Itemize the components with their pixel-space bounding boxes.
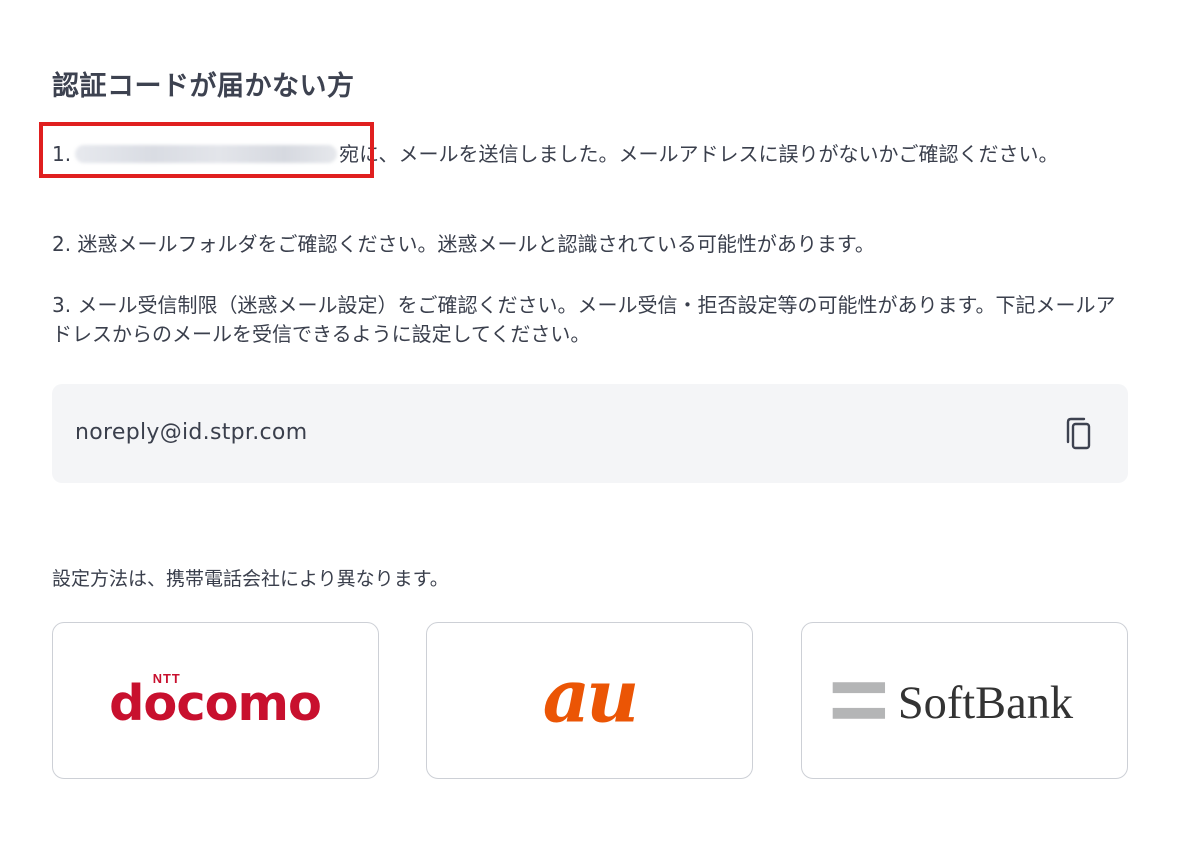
softbank-logo-text: SoftBank: [898, 678, 1074, 729]
softbank-logo-bar-bottom: [832, 707, 886, 719]
docomo-logo: NTT docomo: [109, 671, 322, 732]
softbank-logo: SoftBank: [832, 678, 1074, 729]
highlight-annotation-box: [39, 122, 374, 178]
au-logo: au: [543, 654, 639, 740]
item-1-text: 宛に、メールを送信しました。メールアドレスに誤りがないかご確認ください。: [339, 142, 1059, 166]
instruction-item-3: 3. メール受信制限（迷惑メール設定）をご確認ください。メール受信・拒否設定等の…: [52, 293, 1116, 346]
instruction-item-2: 2. 迷惑メールフォルダをご確認ください。迷惑メールと認識されている可能性があり…: [52, 232, 875, 256]
docomo-logo-text: docomo: [109, 674, 321, 732]
au-logo-text: au: [543, 654, 636, 740]
carrier-note: 設定方法は、携帯電話会社により異なります。: [52, 568, 449, 590]
carrier-button-softbank[interactable]: SoftBank SoftBank: [801, 622, 1128, 779]
sender-email-box: noreply@id.stpr.com: [52, 384, 1128, 483]
softbank-logo-bar-top: [832, 682, 886, 694]
carrier-button-au[interactable]: au au: [426, 622, 753, 779]
sender-email-address: noreply@id.stpr.com: [75, 420, 308, 445]
carrier-button-docomo[interactable]: NTT docomo docomo: [52, 622, 379, 779]
page-title: 認証コードが届かない方: [52, 71, 355, 102]
copy-icon[interactable]: [1062, 416, 1094, 452]
